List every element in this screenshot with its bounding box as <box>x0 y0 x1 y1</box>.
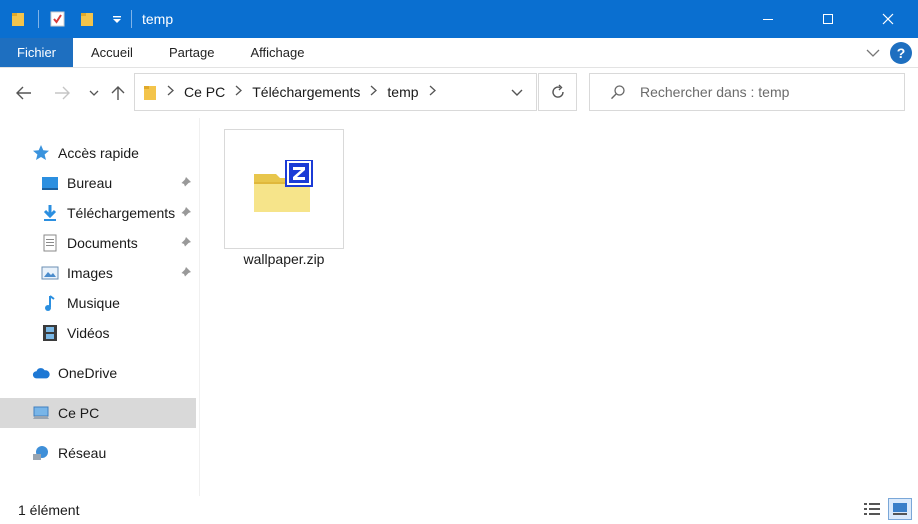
navigation-pane: Accès rapide Bureau Téléchargements Docu… <box>0 118 200 496</box>
nav-network[interactable]: Réseau <box>0 438 196 468</box>
details-view-button[interactable] <box>860 498 884 520</box>
nav-item-documents[interactable]: Documents <box>0 228 196 258</box>
toolbar-separator <box>38 10 39 28</box>
nav-onedrive[interactable]: OneDrive <box>0 358 196 388</box>
pin-icon[interactable] <box>178 236 192 250</box>
new-folder-icon[interactable] <box>79 11 95 27</box>
chevron-right-icon[interactable] <box>429 85 436 99</box>
nav-item-label: Accès rapide <box>58 145 139 161</box>
quick-access-toolbar: temp <box>0 0 173 38</box>
file-name-label[interactable]: wallpaper.zip <box>214 251 354 267</box>
file-item-wallpaper-zip[interactable] <box>224 129 344 249</box>
forward-button[interactable] <box>48 79 76 107</box>
zip-folder-icon <box>252 158 316 219</box>
folder-app-icon[interactable] <box>10 11 26 27</box>
ribbon-tabs: Fichier Accueil Partage Affichage ? <box>0 38 918 68</box>
nav-item-label: Téléchargements <box>67 205 176 221</box>
customize-dropdown-icon[interactable] <box>109 11 125 27</box>
help-button[interactable]: ? <box>890 42 912 64</box>
up-button[interactable] <box>104 79 132 107</box>
maximize-button[interactable] <box>798 0 858 38</box>
nav-item-music[interactable]: Musique <box>0 288 196 318</box>
chevron-right-icon[interactable] <box>370 85 378 99</box>
nav-item-label: Documents <box>67 235 138 251</box>
item-count: 1 élément <box>18 502 80 518</box>
tab-share[interactable]: Partage <box>151 38 233 67</box>
documents-icon <box>41 234 59 252</box>
search-box[interactable] <box>589 73 905 111</box>
chevron-right-icon[interactable] <box>167 85 174 99</box>
pictures-icon <box>41 264 59 282</box>
window-title: temp <box>142 11 174 27</box>
file-list: wallpaper.zip <box>200 118 918 496</box>
tab-home[interactable]: Accueil <box>73 38 151 67</box>
nav-item-downloads[interactable]: Téléchargements <box>0 198 196 228</box>
star-icon <box>32 144 50 162</box>
title-bar: temp <box>0 0 918 38</box>
breadcrumb-downloads[interactable]: Téléchargements <box>252 84 360 100</box>
nav-item-pictures[interactable]: Images <box>0 258 196 288</box>
network-icon <box>32 444 50 462</box>
address-dropdown-icon[interactable] <box>510 84 526 100</box>
address-bar[interactable]: Ce PC Téléchargements temp <box>134 73 537 111</box>
nav-item-label: Images <box>67 265 113 281</box>
large-icons-view-button[interactable] <box>888 498 912 520</box>
close-button[interactable] <box>858 0 918 38</box>
chevron-right-icon[interactable] <box>235 85 243 99</box>
music-icon <box>41 294 59 312</box>
nav-item-label: Bureau <box>67 175 113 191</box>
tab-view[interactable]: Affichage <box>232 38 322 67</box>
nav-quick-access[interactable]: Accès rapide <box>0 138 196 168</box>
computer-icon <box>32 404 50 422</box>
breadcrumb-this-pc[interactable]: Ce PC <box>184 84 225 100</box>
downloads-icon <box>41 204 59 222</box>
navigation-bar: Ce PC Téléchargements temp <box>0 68 918 118</box>
breadcrumb-temp[interactable]: temp <box>387 84 418 100</box>
window-controls <box>738 0 918 38</box>
ribbon-right-controls: ? <box>866 38 912 68</box>
pin-icon[interactable] <box>178 206 192 220</box>
pin-icon[interactable] <box>178 266 192 280</box>
search-input[interactable] <box>640 84 880 100</box>
desktop-icon <box>41 174 59 192</box>
tab-file[interactable]: Fichier <box>0 38 74 67</box>
nav-item-desktop[interactable]: Bureau <box>0 168 196 198</box>
minimize-button[interactable] <box>738 0 798 38</box>
videos-icon <box>41 324 59 342</box>
nav-item-label: Réseau <box>58 445 107 461</box>
folder-icon <box>143 83 157 101</box>
nav-item-label: Ce PC <box>58 405 100 421</box>
cloud-icon <box>32 364 50 382</box>
nav-this-pc[interactable]: Ce PC <box>0 398 196 428</box>
toolbar-separator <box>131 10 132 28</box>
search-icon <box>610 84 626 100</box>
nav-item-label: Musique <box>67 295 120 311</box>
pin-icon[interactable] <box>178 176 192 190</box>
nav-item-label: Vidéos <box>67 325 110 341</box>
nav-item-videos[interactable]: Vidéos <box>0 318 196 348</box>
nav-item-label: OneDrive <box>58 365 118 381</box>
back-button[interactable] <box>10 79 38 107</box>
view-switcher <box>860 498 912 520</box>
expand-ribbon-icon[interactable] <box>866 45 880 61</box>
properties-icon[interactable] <box>49 11 65 27</box>
status-bar: 1 élément <box>0 496 918 524</box>
refresh-button[interactable] <box>538 73 577 111</box>
